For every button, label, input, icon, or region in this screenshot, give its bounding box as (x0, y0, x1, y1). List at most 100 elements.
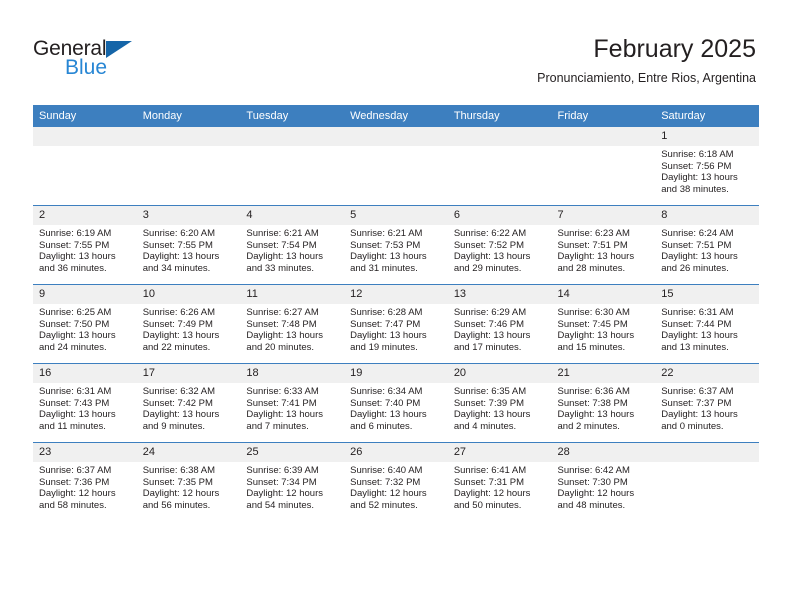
calendar-empty-cell (344, 127, 448, 206)
day-cell-content: 19 Sunrise: 6:34 AM Sunset: 7:40 PM Dayligh… (344, 364, 448, 442)
daylight-duration-line2: and 24 minutes. (39, 341, 107, 353)
daylight-duration-line2: and 31 minutes. (350, 262, 418, 274)
sunset-time: Sunset: 7:30 PM (557, 476, 628, 488)
day-cell-content: 5 Sunrise: 6:21 AM Sunset: 7:53 PM Daylight… (344, 206, 448, 284)
day-cell-content: 7 Sunrise: 6:23 AM Sunset: 7:51 PM Daylight… (551, 206, 656, 284)
sunrise-time: Sunrise: 6:21 AM (246, 228, 319, 239)
day-cell-content: 17 Sunrise: 6:32 AM Sunset: 7:42 PM Dayligh… (136, 364, 241, 442)
daylight-duration-line2: and 48 minutes. (557, 499, 626, 511)
calendar-day-cell[interactable]: 14 Sunrise: 6:30 AM Sunset: 7:45 PM Dayligh… (551, 284, 656, 364)
calendar-day-cell[interactable]: 2 Sunrise: 6:19 AM Sunset: 7:55 PM Daylight… (33, 205, 137, 285)
sunset-time: Sunset: 7:51 PM (557, 239, 628, 251)
sunrise-time: Sunrise: 6:37 AM (39, 465, 112, 476)
calendar-day-cell[interactable]: 25 Sunrise: 6:39 AM Sunset: 7:34 PM Dayligh… (240, 442, 345, 521)
daylight-duration-line2: and 28 minutes. (557, 262, 626, 274)
day-number: 12 (344, 285, 448, 304)
sunset-time: Sunset: 7:56 PM (661, 160, 732, 172)
calendar-day-cell[interactable]: 27 Sunrise: 6:41 AM Sunset: 7:31 PM Dayligh… (447, 442, 552, 521)
sunset-time: Sunset: 7:53 PM (350, 239, 421, 251)
daylight-duration-line1: Daylight: 12 hours (350, 488, 427, 500)
weekday-header-friday: Friday (551, 105, 656, 127)
daylight-duration-line1: Daylight: 12 hours (39, 488, 116, 500)
calendar-day-cell[interactable]: 7 Sunrise: 6:23 AM Sunset: 7:51 PM Daylight… (551, 205, 656, 285)
calendar-day-cell[interactable]: 4 Sunrise: 6:21 AM Sunset: 7:54 PM Daylight… (240, 205, 345, 285)
sunrise-time: Sunrise: 6:21 AM (350, 228, 423, 239)
sunrise-time: Sunrise: 6:38 AM (142, 465, 216, 476)
day-cell-content (136, 127, 241, 205)
calendar-day-cell[interactable]: 28 Sunrise: 6:42 AM Sunset: 7:30 PM Dayligh… (551, 442, 656, 521)
calendar-day-cell[interactable]: 13 Sunrise: 6:29 AM Sunset: 7:46 PM Dayligh… (447, 284, 552, 364)
day-number: 24 (136, 443, 241, 462)
calendar-day-cell[interactable]: 5 Sunrise: 6:21 AM Sunset: 7:53 PM Daylight… (344, 205, 448, 285)
daylight-duration-line1: Daylight: 13 hours (39, 330, 116, 342)
sunrise-time: Sunrise: 6:24 AM (661, 228, 734, 239)
sunrise-time: Sunrise: 6:36 AM (557, 386, 630, 397)
day-cell-content: 3 Sunrise: 6:20 AM Sunset: 7:55 PM Daylight… (136, 206, 241, 284)
calendar-day-cell[interactable]: 18 Sunrise: 6:33 AM Sunset: 7:41 PM Dayligh… (240, 363, 345, 443)
day-details: Sunrise: 6:18 AM Sunset: 7:56 PM Daylight:… (655, 146, 759, 195)
daylight-duration-line2: and 26 minutes. (661, 262, 729, 274)
calendar-empty-cell (33, 127, 137, 206)
day-details: Sunrise: 6:28 AM Sunset: 7:47 PM Daylight:… (344, 304, 448, 353)
calendar-day-cell[interactable]: 19 Sunrise: 6:34 AM Sunset: 7:40 PM Dayligh… (344, 363, 448, 443)
daylight-duration-line2: and 38 minutes. (661, 183, 729, 195)
calendar-day-cell[interactable]: 11 Sunrise: 6:27 AM Sunset: 7:48 PM Dayligh… (240, 284, 345, 364)
sunrise-time: Sunrise: 6:30 AM (557, 307, 630, 318)
calendar-day-cell[interactable]: 10 Sunrise: 6:26 AM Sunset: 7:49 PM Dayligh… (136, 284, 241, 364)
calendar-day-cell[interactable]: 26 Sunrise: 6:40 AM Sunset: 7:32 PM Dayligh… (344, 442, 448, 521)
daylight-duration-line2: and 0 minutes. (661, 420, 724, 432)
sunset-time: Sunset: 7:42 PM (142, 397, 213, 409)
day-number (551, 127, 656, 146)
sunset-time: Sunset: 7:43 PM (39, 397, 110, 409)
sunrise-time: Sunrise: 6:25 AM (39, 307, 112, 318)
calendar-day-cell[interactable]: 22 Sunrise: 6:37 AM Sunset: 7:37 PM Dayligh… (655, 363, 759, 443)
day-details: Sunrise: 6:25 AM Sunset: 7:50 PM Daylight:… (33, 304, 137, 353)
sunrise-time: Sunrise: 6:39 AM (246, 465, 319, 476)
day-number: 1 (655, 127, 759, 146)
day-number (33, 127, 137, 146)
day-number (240, 127, 345, 146)
daylight-duration-line2: and 17 minutes. (453, 341, 522, 353)
daylight-duration-line2: and 33 minutes. (246, 262, 315, 274)
day-number: 17 (136, 364, 241, 383)
calendar-day-cell[interactable]: 23 Sunrise: 6:37 AM Sunset: 7:36 PM Dayligh… (33, 442, 137, 521)
day-number (447, 127, 552, 146)
day-cell-content: 21 Sunrise: 6:36 AM Sunset: 7:38 PM Dayligh… (551, 364, 656, 442)
calendar-day-cell[interactable]: 9 Sunrise: 6:25 AM Sunset: 7:50 PM Daylight… (33, 284, 137, 364)
daylight-duration-line2: and 13 minutes. (661, 341, 729, 353)
day-details: Sunrise: 6:20 AM Sunset: 7:55 PM Daylight:… (137, 225, 241, 274)
general-blue-logo[interactable]: General Blue (33, 38, 163, 86)
calendar-day-cell[interactable]: 16 Sunrise: 6:31 AM Sunset: 7:43 PM Dayligh… (33, 363, 137, 443)
calendar-day-cell[interactable]: 17 Sunrise: 6:32 AM Sunset: 7:42 PM Dayligh… (136, 363, 241, 443)
day-number: 6 (447, 206, 552, 225)
weekday-header-monday: Monday (136, 105, 241, 127)
daylight-duration-line2: and 34 minutes. (142, 262, 211, 274)
day-cell-content: 24 Sunrise: 6:38 AM Sunset: 7:35 PM Dayligh… (136, 443, 241, 521)
day-number: 20 (447, 364, 552, 383)
sunset-time: Sunset: 7:41 PM (246, 397, 317, 409)
calendar-day-cell[interactable]: 3 Sunrise: 6:20 AM Sunset: 7:55 PM Daylight… (136, 205, 241, 285)
calendar-body: 1 Sunrise: 6:18 AM Sunset: 7:56 PM Daylight… (33, 127, 759, 521)
calendar-day-cell[interactable]: 6 Sunrise: 6:22 AM Sunset: 7:52 PM Daylight… (447, 205, 552, 285)
sunrise-time: Sunrise: 6:41 AM (453, 465, 527, 476)
calendar-day-cell[interactable]: 12 Sunrise: 6:28 AM Sunset: 7:47 PM Dayligh… (344, 284, 448, 364)
calendar-page: General Blue February 2025 Pronunciamien… (0, 0, 792, 612)
day-cell-content: 26 Sunrise: 6:40 AM Sunset: 7:32 PM Dayligh… (344, 443, 448, 521)
weekday-header-sunday: Sunday (33, 105, 137, 127)
calendar-day-cell[interactable]: 21 Sunrise: 6:36 AM Sunset: 7:38 PM Dayligh… (551, 363, 656, 443)
day-cell-content: 6 Sunrise: 6:22 AM Sunset: 7:52 PM Daylight… (447, 206, 552, 284)
calendar-day-cell[interactable]: 15 Sunrise: 6:31 AM Sunset: 7:44 PM Dayligh… (655, 284, 759, 364)
day-details: Sunrise: 6:30 AM Sunset: 7:45 PM Daylight:… (552, 304, 656, 353)
calendar-day-cell[interactable]: 24 Sunrise: 6:38 AM Sunset: 7:35 PM Dayligh… (136, 442, 241, 521)
day-details: Sunrise: 6:31 AM Sunset: 7:43 PM Daylight:… (33, 383, 137, 432)
day-cell-content: 4 Sunrise: 6:21 AM Sunset: 7:54 PM Daylight… (240, 206, 345, 284)
day-number: 7 (551, 206, 656, 225)
weekday-header-wednesday: Wednesday (344, 105, 448, 127)
sunset-time: Sunset: 7:31 PM (453, 476, 525, 488)
sunrise-time: Sunrise: 6:42 AM (557, 465, 630, 476)
day-details: Sunrise: 6:34 AM Sunset: 7:40 PM Daylight:… (344, 383, 448, 432)
calendar-day-cell[interactable]: 20 Sunrise: 6:35 AM Sunset: 7:39 PM Dayligh… (447, 363, 552, 443)
calendar-day-cell[interactable]: 8 Sunrise: 6:24 AM Sunset: 7:51 PM Daylight… (655, 205, 759, 285)
calendar-day-cell[interactable]: 1 Sunrise: 6:18 AM Sunset: 7:56 PM Daylight… (655, 127, 759, 206)
day-cell-content: 11 Sunrise: 6:27 AM Sunset: 7:48 PM Dayligh… (240, 285, 345, 363)
